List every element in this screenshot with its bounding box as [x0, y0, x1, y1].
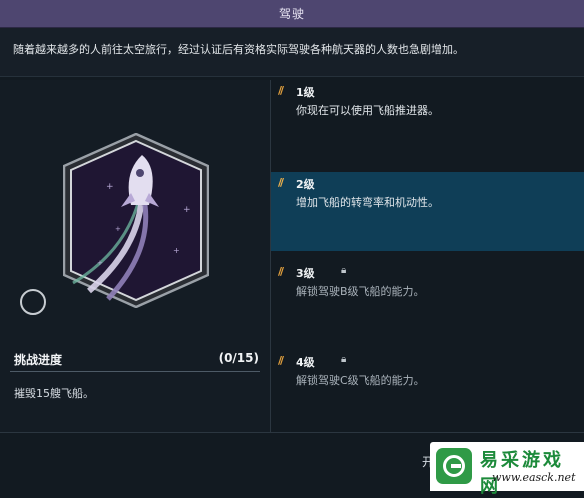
level-description: 增加飞船的转弯率和机动性。 — [296, 196, 439, 209]
watermark-url: www.easck.net — [492, 471, 576, 484]
intro-text: 随着越来越多的人前往太空旅行，经过认证后有资格实际驾驶各种航天器的人数也急剧增加… — [13, 43, 464, 56]
intro-panel: 随着越来越多的人前往太空旅行，经过认证后有资格实际驾驶各种航天器的人数也急剧增加… — [0, 28, 584, 77]
level-title: 4级 — [296, 356, 315, 369]
radio-circle-icon[interactable] — [20, 289, 46, 315]
page-title: 驾驶 — [278, 7, 305, 21]
level-list: // 1级 你现在可以使用飞船推进器。 // 2级 增加飞船的转弯率和机动性。 … — [271, 80, 584, 432]
level-title: 3级 — [296, 267, 315, 280]
level-description: 解锁驾驶B级飞船的能力。 — [296, 285, 425, 298]
rocket-badge-icon: + + + + + — [62, 132, 210, 309]
level-description: 你现在可以使用飞船推进器。 — [296, 104, 439, 117]
challenge-progress-label: 挑战进度 — [14, 353, 63, 367]
level-marker-icon: // — [278, 265, 284, 278]
level-marker-icon: // — [278, 354, 284, 367]
footer-divider — [0, 432, 584, 433]
level-marker-icon: // — [278, 84, 284, 97]
title-bar: 驾驶 — [0, 0, 584, 28]
lock-icon: 🔒︎ — [341, 354, 347, 365]
level-marker-icon: // — [278, 176, 284, 189]
progress-divider — [10, 371, 260, 372]
challenge-progress-count: (0/15) — [218, 351, 259, 365]
skill-detail-panel: + + + + + 挑战进度 (0/15) 摧毁15艘飞船。 — [0, 80, 271, 432]
level-row-1[interactable]: // 1级 你现在可以使用飞船推进器。 — [271, 80, 584, 172]
svg-text:+: + — [183, 205, 191, 215]
level-title: 1级 — [296, 86, 315, 99]
level-row-2[interactable]: // 2级 增加飞船的转弯率和机动性。 — [271, 172, 584, 251]
svg-text:+: + — [173, 246, 180, 255]
svg-text:+: + — [97, 259, 103, 267]
level-description: 解锁驾驶C级飞船的能力。 — [296, 374, 425, 387]
level-row-4[interactable]: // 4级 🔒︎ 解锁驾驶C级飞船的能力。 — [271, 350, 584, 432]
challenge-description: 摧毁15艘飞船。 — [14, 387, 94, 400]
svg-text:+: + — [115, 225, 121, 233]
site-logo-icon — [436, 448, 472, 484]
level-title: 2级 — [296, 178, 315, 191]
watermark-logo: 易采游戏网 www.easck.net — [430, 442, 584, 497]
svg-text:+: + — [106, 182, 114, 192]
lock-icon: 🔒︎ — [341, 265, 347, 276]
level-row-3[interactable]: // 3级 🔒︎ 解锁驾驶B级飞船的能力。 — [271, 261, 584, 346]
